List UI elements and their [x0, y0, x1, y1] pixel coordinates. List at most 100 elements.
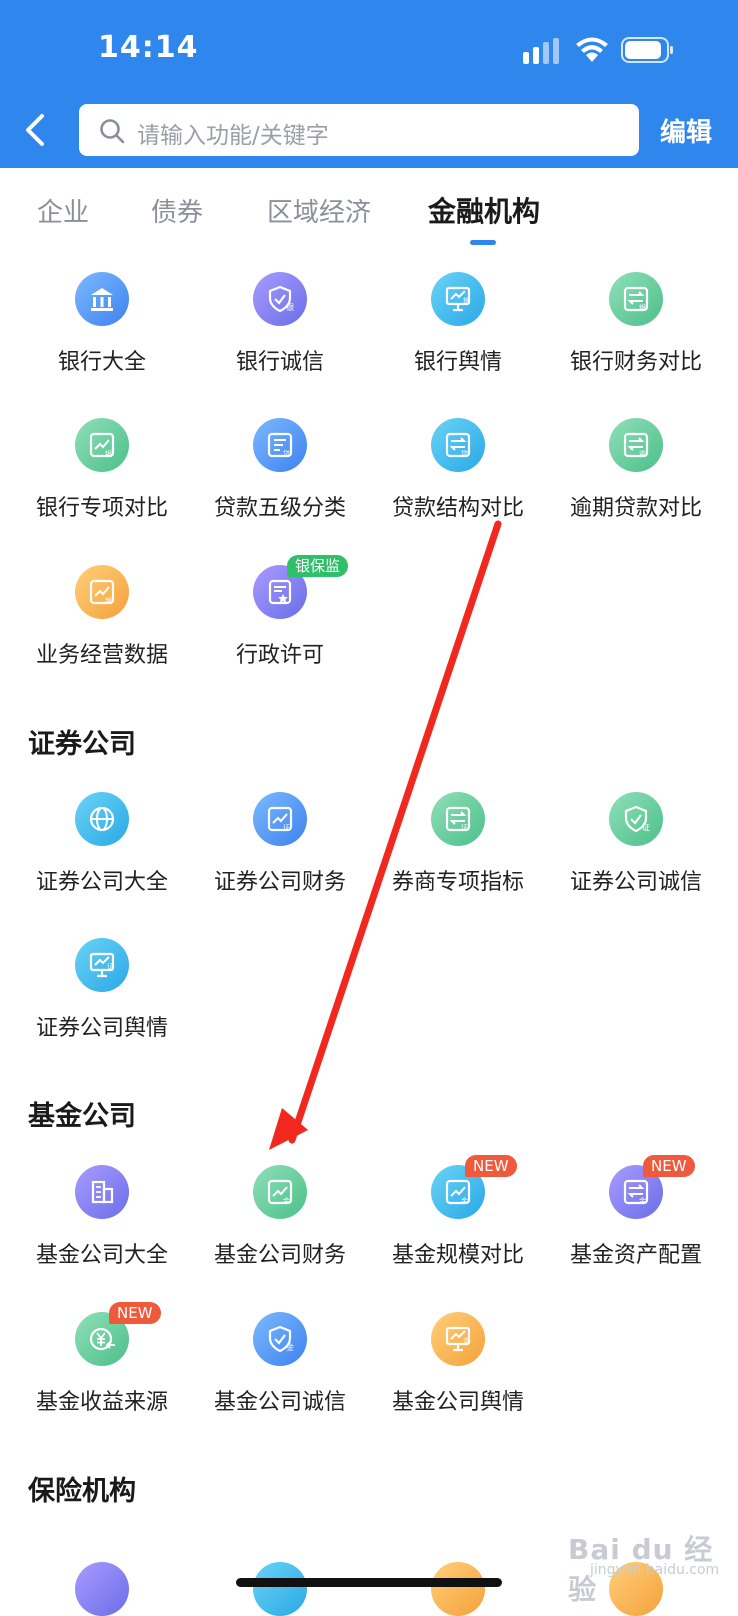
opinion-icon: 银 [431, 272, 485, 326]
shield-icon: 金 [253, 1312, 307, 1366]
battery-icon [621, 37, 673, 63]
svg-text:金: 金 [283, 1196, 290, 1205]
grid-item-bank-special-compare[interactable]: 银 银行专项对比 [13, 418, 191, 548]
active-tab-indicator [470, 240, 496, 245]
grid-item-label: 贷款结构对比 [391, 496, 524, 521]
grid-item-label: 基金资产配置 [569, 1243, 702, 1268]
grid-item-bank-credit[interactable]: 银 银行诚信 [191, 272, 369, 402]
svg-text:金: 金 [639, 1196, 646, 1205]
insurance-opinion-icon[interactable] [431, 1562, 485, 1616]
new-badge: NEW [643, 1155, 695, 1177]
back-icon[interactable] [20, 112, 50, 148]
grid-item-fund-financial[interactable]: 金 基金公司财务 [191, 1165, 369, 1295]
grid-item-securities-directory[interactable]: 证券公司大全 [13, 792, 191, 922]
tab-financial-institutions[interactable]: 金融机构 [428, 190, 540, 230]
svg-text:银: 银 [639, 303, 646, 312]
grid-item-label: 证券公司财务 [213, 870, 346, 895]
grid-item-label: 证券公司诚信 [569, 870, 702, 895]
list-icon: 贷 [253, 418, 307, 472]
edit-button[interactable]: 编辑 [660, 112, 712, 149]
svg-text:证: 证 [107, 963, 114, 971]
grid-item-label: 贷款五级分类 [213, 496, 346, 521]
grid-item-business-data[interactable]: 银 业务经营数据 [13, 565, 191, 695]
svg-text:银: 银 [286, 302, 294, 312]
svg-text:金: 金 [463, 1336, 470, 1345]
bank-icon [75, 272, 129, 326]
grid-item-label: 银行专项对比 [35, 496, 168, 521]
grid-item-bank-opinion[interactable]: 银 银行舆情 [369, 272, 547, 402]
svg-text:银: 银 [105, 449, 112, 458]
section-title-insurance: 保险机构 [28, 1476, 136, 1507]
opinion-icon: 证 [75, 938, 129, 992]
grid-item-label: 证券公司大全 [35, 870, 168, 895]
baidu-watermark-url: jingyan.baidu.com [590, 1562, 720, 1578]
insurance-building-icon[interactable] [75, 1562, 129, 1616]
grid-item-securities-credit[interactable]: 证 证券公司诚信 [547, 792, 725, 922]
svg-text:证: 证 [461, 824, 468, 832]
grid-item-loan-classification[interactable]: 贷 贷款五级分类 [191, 418, 369, 548]
new-badge: NEW [109, 1302, 161, 1324]
grid-item-label: 行政许可 [235, 643, 324, 668]
shield-icon: 证 [609, 792, 663, 846]
grid-item-fund-scale-compare[interactable]: 金 NEW 基金规模对比 [369, 1155, 547, 1295]
grid-item-label: 基金规模对比 [391, 1243, 524, 1268]
svg-text:金: 金 [286, 1342, 294, 1352]
grid-item-fund-asset-allocation[interactable]: 金 NEW 基金资产配置 [547, 1155, 725, 1295]
grid-item-bank-financial-compare[interactable]: 银 银行财务对比 [547, 272, 725, 402]
grid-item-securities-opinion[interactable]: 证 证券公司舆情 [13, 938, 191, 1068]
grid-item-label: 逾期贷款对比 [569, 496, 702, 521]
opinion-icon: 金 [431, 1312, 485, 1366]
chart-icon: 银 [75, 565, 129, 619]
grid-item-label: 业务经营数据 [35, 643, 168, 668]
grid-item-label: 证券公司舆情 [35, 1016, 168, 1041]
chart-icon: 金 [253, 1165, 307, 1219]
tab-regional-economy[interactable]: 区域经济 [267, 192, 371, 229]
grid-item-label: 银行大全 [57, 350, 146, 375]
status-time: 14:14 [98, 30, 199, 65]
grid-item-label: 基金公司舆情 [391, 1390, 524, 1415]
compare-icon: 贷 [431, 418, 485, 472]
grid-item-label: 券商专项指标 [391, 870, 524, 895]
compare-icon: 逾 [609, 418, 663, 472]
section-title-funds: 基金公司 [28, 1101, 136, 1132]
svg-text:逾: 逾 [639, 449, 646, 458]
search-input[interactable]: 请输入功能/关键字 [79, 104, 639, 156]
shield-icon: 银 [253, 272, 307, 326]
grid-item-label: 基金公司大全 [35, 1243, 168, 1268]
svg-text:证: 证 [642, 823, 650, 832]
category-tabs: 企业 债券 区域经济 金融机构 [0, 168, 738, 248]
search-placeholder: 请输入功能/关键字 [137, 123, 329, 149]
svg-text:证: 证 [283, 824, 290, 832]
cellular-signal-icon [523, 38, 559, 64]
compare-icon: 证 [431, 792, 485, 846]
svg-text:银: 银 [105, 596, 112, 605]
insurance-chart-icon[interactable] [253, 1562, 307, 1616]
grid-item-label: 银行诚信 [235, 350, 324, 375]
grid-item-loan-structure-compare[interactable]: 贷 贷款结构对比 [369, 418, 547, 548]
grid-item-fund-directory[interactable]: 基金公司大全 [13, 1165, 191, 1295]
grid-item-bank-directory[interactable]: 银行大全 [13, 272, 191, 402]
tab-bonds[interactable]: 债券 [151, 192, 203, 229]
compare-icon: 银 [609, 272, 663, 326]
globe-icon [75, 792, 129, 846]
home-indicator[interactable] [236, 1578, 502, 1587]
grid-item-securities-financial[interactable]: 证 证券公司财务 [191, 792, 369, 922]
chart-icon: 证 [253, 792, 307, 846]
grid-item-fund-opinion[interactable]: 金 基金公司舆情 [369, 1312, 547, 1442]
section-title-securities: 证券公司 [28, 729, 136, 760]
grid-item-label: 银行财务对比 [569, 350, 702, 375]
new-badge: NEW [465, 1155, 517, 1177]
grid-item-fund-credit[interactable]: 金 基金公司诚信 [191, 1312, 369, 1442]
grid-item-administrative-license[interactable]: 银保监 行政许可 [191, 555, 369, 695]
top-bar: 14:14 请输入功能/关键字 编辑 [0, 0, 738, 168]
svg-text:贷: 贷 [283, 449, 290, 458]
building-icon [75, 1165, 129, 1219]
tab-enterprise[interactable]: 企业 [37, 192, 89, 229]
regulator-badge: 银保监 [287, 555, 349, 577]
wifi-icon [576, 37, 608, 62]
grid-item-overdue-loan-compare[interactable]: 逾 逾期贷款对比 [547, 418, 725, 548]
grid-item-label: 基金公司财务 [213, 1243, 346, 1268]
grid-item-label: 基金公司诚信 [213, 1390, 346, 1415]
grid-item-fund-income-source[interactable]: NEW 基金收益来源 [13, 1302, 191, 1442]
grid-item-broker-indicators[interactable]: 证 券商专项指标 [369, 792, 547, 922]
